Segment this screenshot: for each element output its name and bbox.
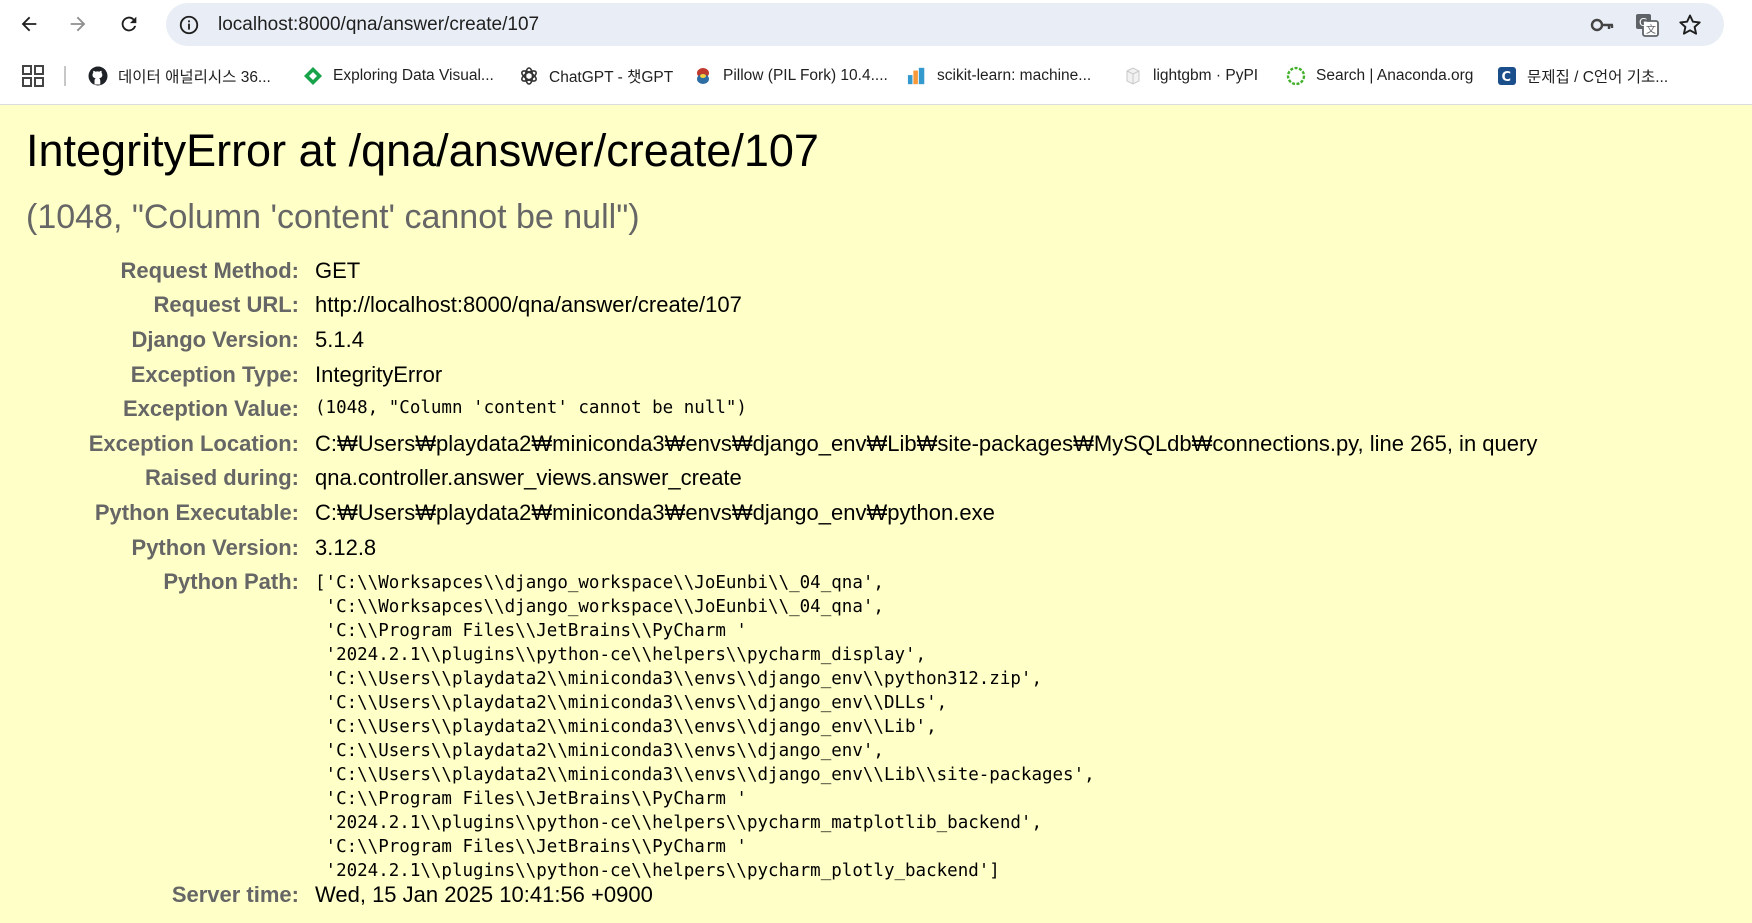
svg-text:C: C <box>1502 70 1512 85</box>
bookmark-item[interactable]: 데이터 애널리시스 36... <box>88 64 271 88</box>
bookmarks-separator <box>64 66 66 86</box>
url-text[interactable]: localhost:8000/qna/answer/create/107 <box>218 14 539 36</box>
meta-value: qna.controller.answer_views.answer_creat… <box>315 465 742 490</box>
translate-button[interactable]: G 文 <box>1634 12 1660 38</box>
password-key-button[interactable] <box>1589 12 1615 38</box>
meta-key: Raised during: <box>144 465 299 490</box>
meta-value: 5.1.4 <box>315 327 364 352</box>
exception-summary: (1048, "Column 'content' cannot be null"… <box>26 198 640 236</box>
meta-key: Python Version: <box>131 535 299 560</box>
pillow-icon <box>693 66 713 86</box>
diamond-favicon-icon <box>303 66 323 86</box>
meta-key: Exception Location: <box>88 431 299 456</box>
bookmark-item[interactable]: C 문제집 / C언어 기초... <box>1497 64 1668 88</box>
pypi-icon <box>1123 66 1143 86</box>
anaconda-icon <box>1286 66 1306 86</box>
meta-key: Python Path: <box>163 569 299 594</box>
forward-button[interactable] <box>62 8 94 40</box>
back-button[interactable] <box>13 8 45 40</box>
bookmark-label: lightgbm · PyPI <box>1153 67 1259 84</box>
svg-text:文: 文 <box>1646 23 1656 36</box>
meta-key: Server time: <box>171 882 299 907</box>
python-path-list: ['C:\\Worksapces\\django_workspace\\JoEu… <box>315 571 1095 883</box>
info-icon <box>179 15 198 34</box>
meta-key: Python Executable: <box>94 500 299 525</box>
meta-key: Request Method: <box>120 258 299 283</box>
address-bar[interactable]: localhost:8000/qna/answer/create/107 G 文 <box>166 3 1724 46</box>
key-icon <box>1590 18 1614 32</box>
bookmarks-bar: 데이터 애널리시스 36... Exploring Data Visual...… <box>0 52 1752 100</box>
python-path-line: 'C:\\Program Files\\JetBrains\\PyCharm ' <box>315 621 747 641</box>
arrow-left-icon <box>21 16 37 32</box>
django-error-page: IntegrityError at /qna/answer/create/107… <box>0 105 1752 923</box>
meta-value: C:₩Users₩playdata2₩miniconda3₩envs₩djang… <box>315 431 1538 456</box>
python-path-line: '2024.2.1\\plugins\\python-ce\\helpers\\… <box>315 645 927 665</box>
meta-value: GET <box>315 258 361 283</box>
site-info-button[interactable] <box>176 12 201 37</box>
codeup-icon: C <box>1497 66 1517 86</box>
meta-key: Django Version: <box>131 327 299 352</box>
python-path-line: 'C:\\Users\\playdata2\\miniconda3\\envs\… <box>315 717 937 737</box>
python-path-line: 'C:\\Worksapces\\django_workspace\\JoEun… <box>315 597 884 617</box>
python-path-line: 'C:\\Users\\playdata2\\miniconda3\\envs\… <box>315 693 948 713</box>
python-path-line: 'C:\\Program Files\\JetBrains\\PyCharm ' <box>315 837 747 857</box>
bookmark-label: ChatGPT - 챗GPT <box>549 69 674 86</box>
bookmark-item[interactable]: Exploring Data Visual... <box>303 64 494 88</box>
python-path-line: 'C:\\Users\\playdata2\\miniconda3\\envs\… <box>315 765 1095 785</box>
github-icon <box>88 66 108 86</box>
apps-grid-icon[interactable] <box>22 65 44 87</box>
meta-value: IntegrityError <box>315 362 443 387</box>
meta-value: Wed, 15 Jan 2025 10:41:56 +0900 <box>315 882 653 907</box>
page-title: IntegrityError at /qna/answer/create/107 <box>26 125 819 176</box>
python-path-line: 'C:\\Users\\playdata2\\miniconda3\\envs\… <box>315 741 884 761</box>
bookmark-label: 문제집 / C언어 기초... <box>1527 69 1669 86</box>
python-path-line: 'C:\\Program Files\\JetBrains\\PyCharm ' <box>315 789 747 809</box>
bookmark-label: 데이터 애널리시스 36... <box>118 69 271 86</box>
bookmark-item[interactable]: ChatGPT - 챗GPT <box>519 64 673 88</box>
reload-button[interactable] <box>113 8 145 40</box>
bookmark-item[interactable]: scikit-learn: machine... <box>907 64 1091 88</box>
arrow-right-icon <box>70 16 86 32</box>
bookmark-label: Pillow (PIL Fork) 10.4.... <box>723 67 888 84</box>
python-path-line: ['C:\\Worksapces\\django_workspace\\JoEu… <box>315 573 884 593</box>
meta-value: http://localhost:8000/qna/answer/create/… <box>315 292 742 317</box>
browser-toolbar: localhost:8000/qna/answer/create/107 G 文 <box>0 0 1752 48</box>
translate-icon: G 文 <box>1636 14 1659 37</box>
bookmark-label: Search | Anaconda.org <box>1316 67 1474 84</box>
bookmark-label: Exploring Data Visual... <box>333 67 494 84</box>
bookmark-star-button[interactable] <box>1677 12 1703 38</box>
star-icon <box>1679 14 1701 35</box>
reload-icon <box>121 16 137 32</box>
scikit-learn-icon <box>907 66 927 86</box>
openai-icon <box>519 66 539 86</box>
bookmark-item[interactable]: Pillow (PIL Fork) 10.4.... <box>693 64 888 88</box>
meta-value: 3.12.8 <box>315 535 377 560</box>
python-path-line: '2024.2.1\\plugins\\python-ce\\helpers\\… <box>315 813 1042 833</box>
python-path-line: 'C:\\Users\\playdata2\\miniconda3\\envs\… <box>315 669 1042 689</box>
python-path-line: '2024.2.1\\plugins\\python-ce\\helpers\\… <box>315 861 1000 881</box>
bookmark-label: scikit-learn: machine... <box>937 67 1092 84</box>
meta-key: Exception Value: <box>122 396 299 421</box>
meta-key: Exception Type: <box>130 362 299 387</box>
bookmark-item[interactable]: lightgbm · PyPI <box>1123 64 1258 88</box>
bookmark-item[interactable]: Search | Anaconda.org <box>1286 64 1473 88</box>
meta-value: C:₩Users₩playdata2₩miniconda3₩envs₩djang… <box>315 500 995 525</box>
meta-key: Request URL: <box>153 292 299 317</box>
meta-value: (1048, "Column 'content' cannot be null"… <box>315 398 747 418</box>
